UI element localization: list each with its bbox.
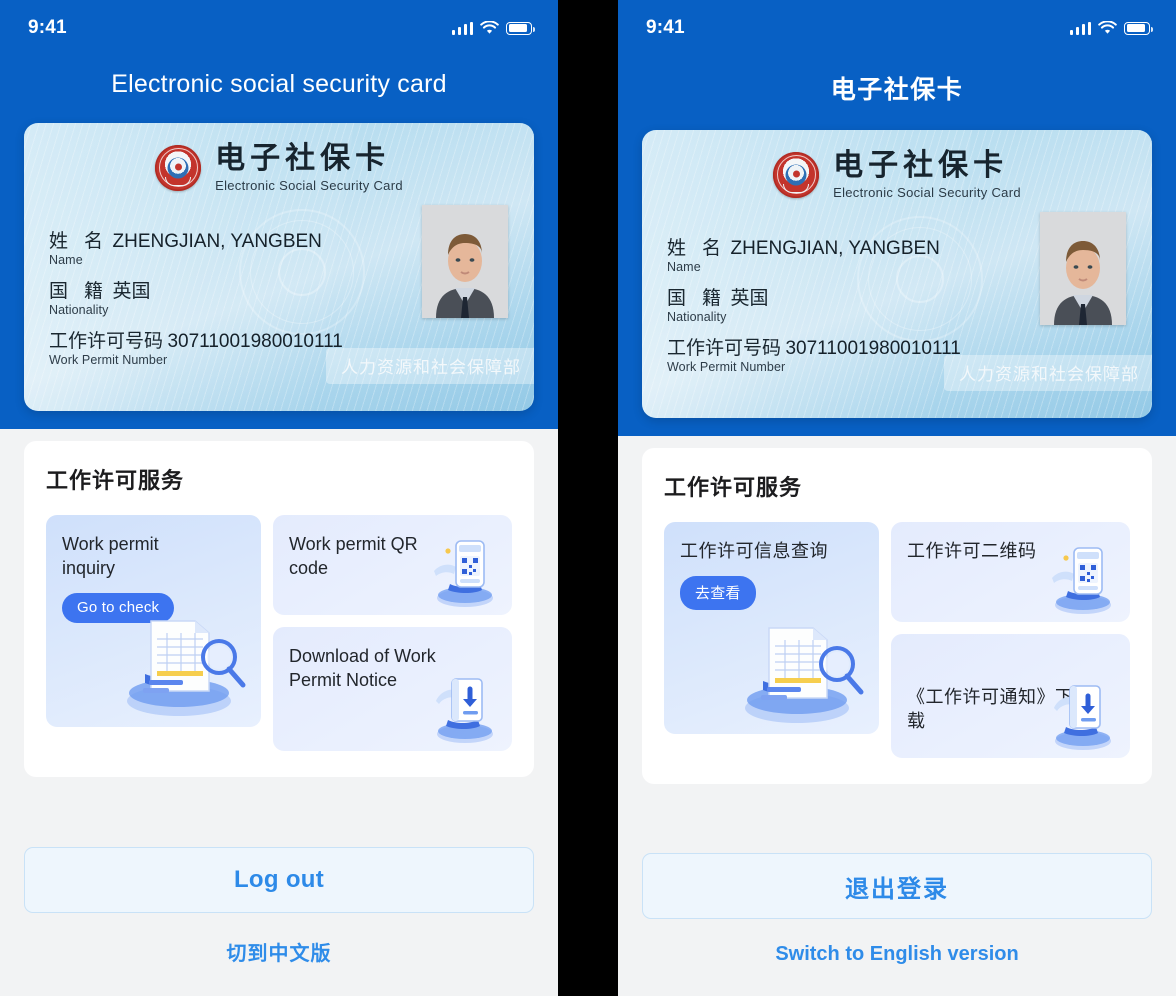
status-bar: 9:41: [618, 0, 1176, 56]
qr-scanner-icon: [1052, 547, 1111, 614]
field-label-cn: 国 籍: [49, 280, 109, 302]
card-fields: 姓 名 ZHENGJIAN, YANGBEN Name 国 籍 英国 Natio…: [667, 233, 961, 383]
tile-work-permit-inquiry[interactable]: Work permit inquiry Go to check: [46, 515, 261, 727]
services-grid: Work permit inquiry Go to check Work per…: [46, 515, 512, 751]
phone-screen-chinese: 9:41 电子社保卡 电子社保卡 Electronic Social Secur…: [618, 0, 1176, 996]
field-label-cn: 姓 名: [49, 230, 109, 252]
services-column-left: Work permit inquiry Go to check: [46, 515, 261, 751]
content-chinese: 工作许可服务 工作许可信息查询 去查看 工作许可二维码 《工作许可通知》下载 退…: [618, 436, 1176, 996]
header-english: 9:41 Electronic social security card 电子社…: [0, 0, 558, 429]
work-permit-services-panel: 工作许可服务 Work permit inquiry Go to check W…: [24, 441, 534, 777]
social-security-card-emblem-icon: [773, 151, 820, 198]
field-label-en: Nationality: [49, 303, 109, 317]
id-card-wrapper: 电子社保卡 Electronic Social Security Card 姓 …: [618, 106, 1176, 418]
services-title: 工作许可服务: [664, 476, 803, 501]
ministry-label: 人力资源和社会保障部: [944, 355, 1152, 391]
ministry-label: 人力资源和社会保障部: [326, 348, 534, 384]
content-english: 工作许可服务 Work permit inquiry Go to check W…: [0, 429, 558, 996]
page-title: 电子社保卡: [830, 76, 964, 104]
field-value: 英国: [730, 287, 769, 309]
field-label-en: Work Permit Number: [49, 353, 168, 367]
screen-divider: [558, 0, 618, 996]
tile-download-work-permit-notice[interactable]: Download of Work Permit Notice: [273, 627, 512, 751]
dual-phone-comparison: 9:41 Electronic social security card 电子社…: [0, 0, 1176, 996]
card-titles: 电子社保卡 Electronic Social Security Card: [215, 143, 403, 193]
electronic-social-security-card[interactable]: 电子社保卡 Electronic Social Security Card 姓 …: [642, 130, 1152, 418]
field-label-cn: 工作许可号码: [49, 330, 164, 352]
field-label-cn: 国 籍: [667, 287, 727, 309]
cellular-bars-icon: [451, 21, 473, 35]
field-value: ZHENGJIAN, YANGBEN: [730, 238, 940, 259]
tile-label: Work permit inquiry: [62, 534, 159, 578]
field-label-en: Name: [667, 260, 701, 274]
download-document-icon: [1054, 685, 1111, 750]
services-column-right: Work permit QR code Download of Work Per…: [273, 515, 512, 751]
card-title-cn: 电子社保卡: [215, 141, 391, 176]
card-field-name: 姓 名 ZHENGJIAN, YANGBEN Name: [667, 233, 961, 274]
status-bar-clock: 9:41: [646, 17, 685, 38]
card-field-nationality: 国 籍 英国 Nationality: [49, 276, 343, 317]
services-grid: 工作许可信息查询 去查看 工作许可二维码 《工作许可通知》下载: [664, 522, 1130, 758]
field-label-en: Work Permit Number: [667, 360, 786, 374]
header-chinese: 9:41 电子社保卡 电子社保卡 Electronic Social Secur…: [618, 0, 1176, 436]
download-document-icon: [436, 678, 493, 743]
portrait-photo: [422, 205, 508, 318]
status-bar-icons: [451, 21, 535, 35]
card-title-en: Electronic Social Security Card: [215, 177, 403, 193]
field-value: 英国: [112, 280, 151, 302]
switch-language-link[interactable]: Switch to English version: [642, 943, 1152, 966]
status-bar-clock: 9:41: [28, 17, 67, 38]
portrait-photo: [1040, 212, 1126, 325]
wifi-icon: [480, 21, 499, 34]
field-label-en: Name: [49, 253, 83, 267]
card-header: 电子社保卡 Electronic Social Security Card: [642, 150, 1152, 200]
field-label-cn: 姓 名: [667, 237, 727, 259]
card-titles: 电子社保卡 Electronic Social Security Card: [833, 150, 1021, 200]
card-field-nationality: 国 籍 英国 Nationality: [667, 283, 961, 324]
logout-button[interactable]: Log out: [24, 847, 534, 913]
id-card-wrapper: 电子社保卡 Electronic Social Security Card 姓 …: [0, 99, 558, 411]
tile-work-permit-qr-code[interactable]: Work permit QR code: [273, 515, 512, 615]
card-field-name: 姓 名 ZHENGJIAN, YANGBEN Name: [49, 226, 343, 267]
battery-icon: [506, 21, 535, 35]
card-field-permit-number: 工作许可号码 30711001980010111 Work Permit Num…: [667, 333, 961, 374]
tile-download-work-permit-notice[interactable]: 《工作许可通知》下载: [891, 634, 1130, 758]
footer-chinese: 退出登录 Switch to English version: [618, 853, 1176, 996]
tile-work-permit-inquiry[interactable]: 工作许可信息查询 去查看: [664, 522, 879, 734]
page-title: Electronic social security card: [111, 70, 447, 98]
switch-language-link[interactable]: 切到中文版: [24, 937, 534, 966]
cellular-bars-icon: [1069, 21, 1091, 35]
field-value: ZHENGJIAN, YANGBEN: [112, 231, 322, 252]
tile-work-permit-qr-code[interactable]: 工作许可二维码: [891, 522, 1130, 622]
electronic-social-security-card[interactable]: 电子社保卡 Electronic Social Security Card 姓 …: [24, 123, 534, 411]
document-magnifier-icon: [745, 627, 864, 723]
field-value: 30711001980010111: [785, 338, 961, 359]
logout-button[interactable]: 退出登录: [642, 853, 1152, 919]
field-label-cn: 工作许可号码: [667, 337, 782, 359]
card-title-cn: 电子社保卡: [833, 148, 1009, 183]
status-bar-icons: [1069, 21, 1153, 35]
document-magnifier-icon: [127, 620, 246, 716]
field-label-en: Nationality: [667, 310, 727, 324]
field-value: 30711001980010111: [167, 331, 343, 352]
services-title: 工作许可服务: [46, 469, 185, 494]
card-field-permit-number: 工作许可号码 30711001980010111 Work Permit Num…: [49, 326, 343, 367]
tile-label: 工作许可信息查询: [680, 541, 828, 562]
card-header: 电子社保卡 Electronic Social Security Card: [24, 143, 534, 193]
go-to-check-button[interactable]: 去查看: [680, 575, 756, 610]
qr-scanner-icon: [434, 540, 493, 607]
battery-icon: [1124, 21, 1153, 35]
services-column-right: 工作许可二维码 《工作许可通知》下载: [891, 522, 1130, 758]
work-permit-services-panel: 工作许可服务 工作许可信息查询 去查看 工作许可二维码 《工作许可通知》下载: [642, 448, 1152, 784]
wifi-icon: [1098, 21, 1117, 34]
card-title-en: Electronic Social Security Card: [833, 184, 1021, 200]
social-security-card-emblem-icon: [155, 144, 202, 191]
card-fields: 姓 名 ZHENGJIAN, YANGBEN Name 国 籍 英国 Natio…: [49, 226, 343, 376]
phone-screen-english: 9:41 Electronic social security card 电子社…: [0, 0, 558, 996]
status-bar: 9:41: [0, 0, 558, 56]
services-column-left: 工作许可信息查询 去查看: [664, 522, 879, 758]
footer-english: Log out 切到中文版: [0, 847, 558, 996]
